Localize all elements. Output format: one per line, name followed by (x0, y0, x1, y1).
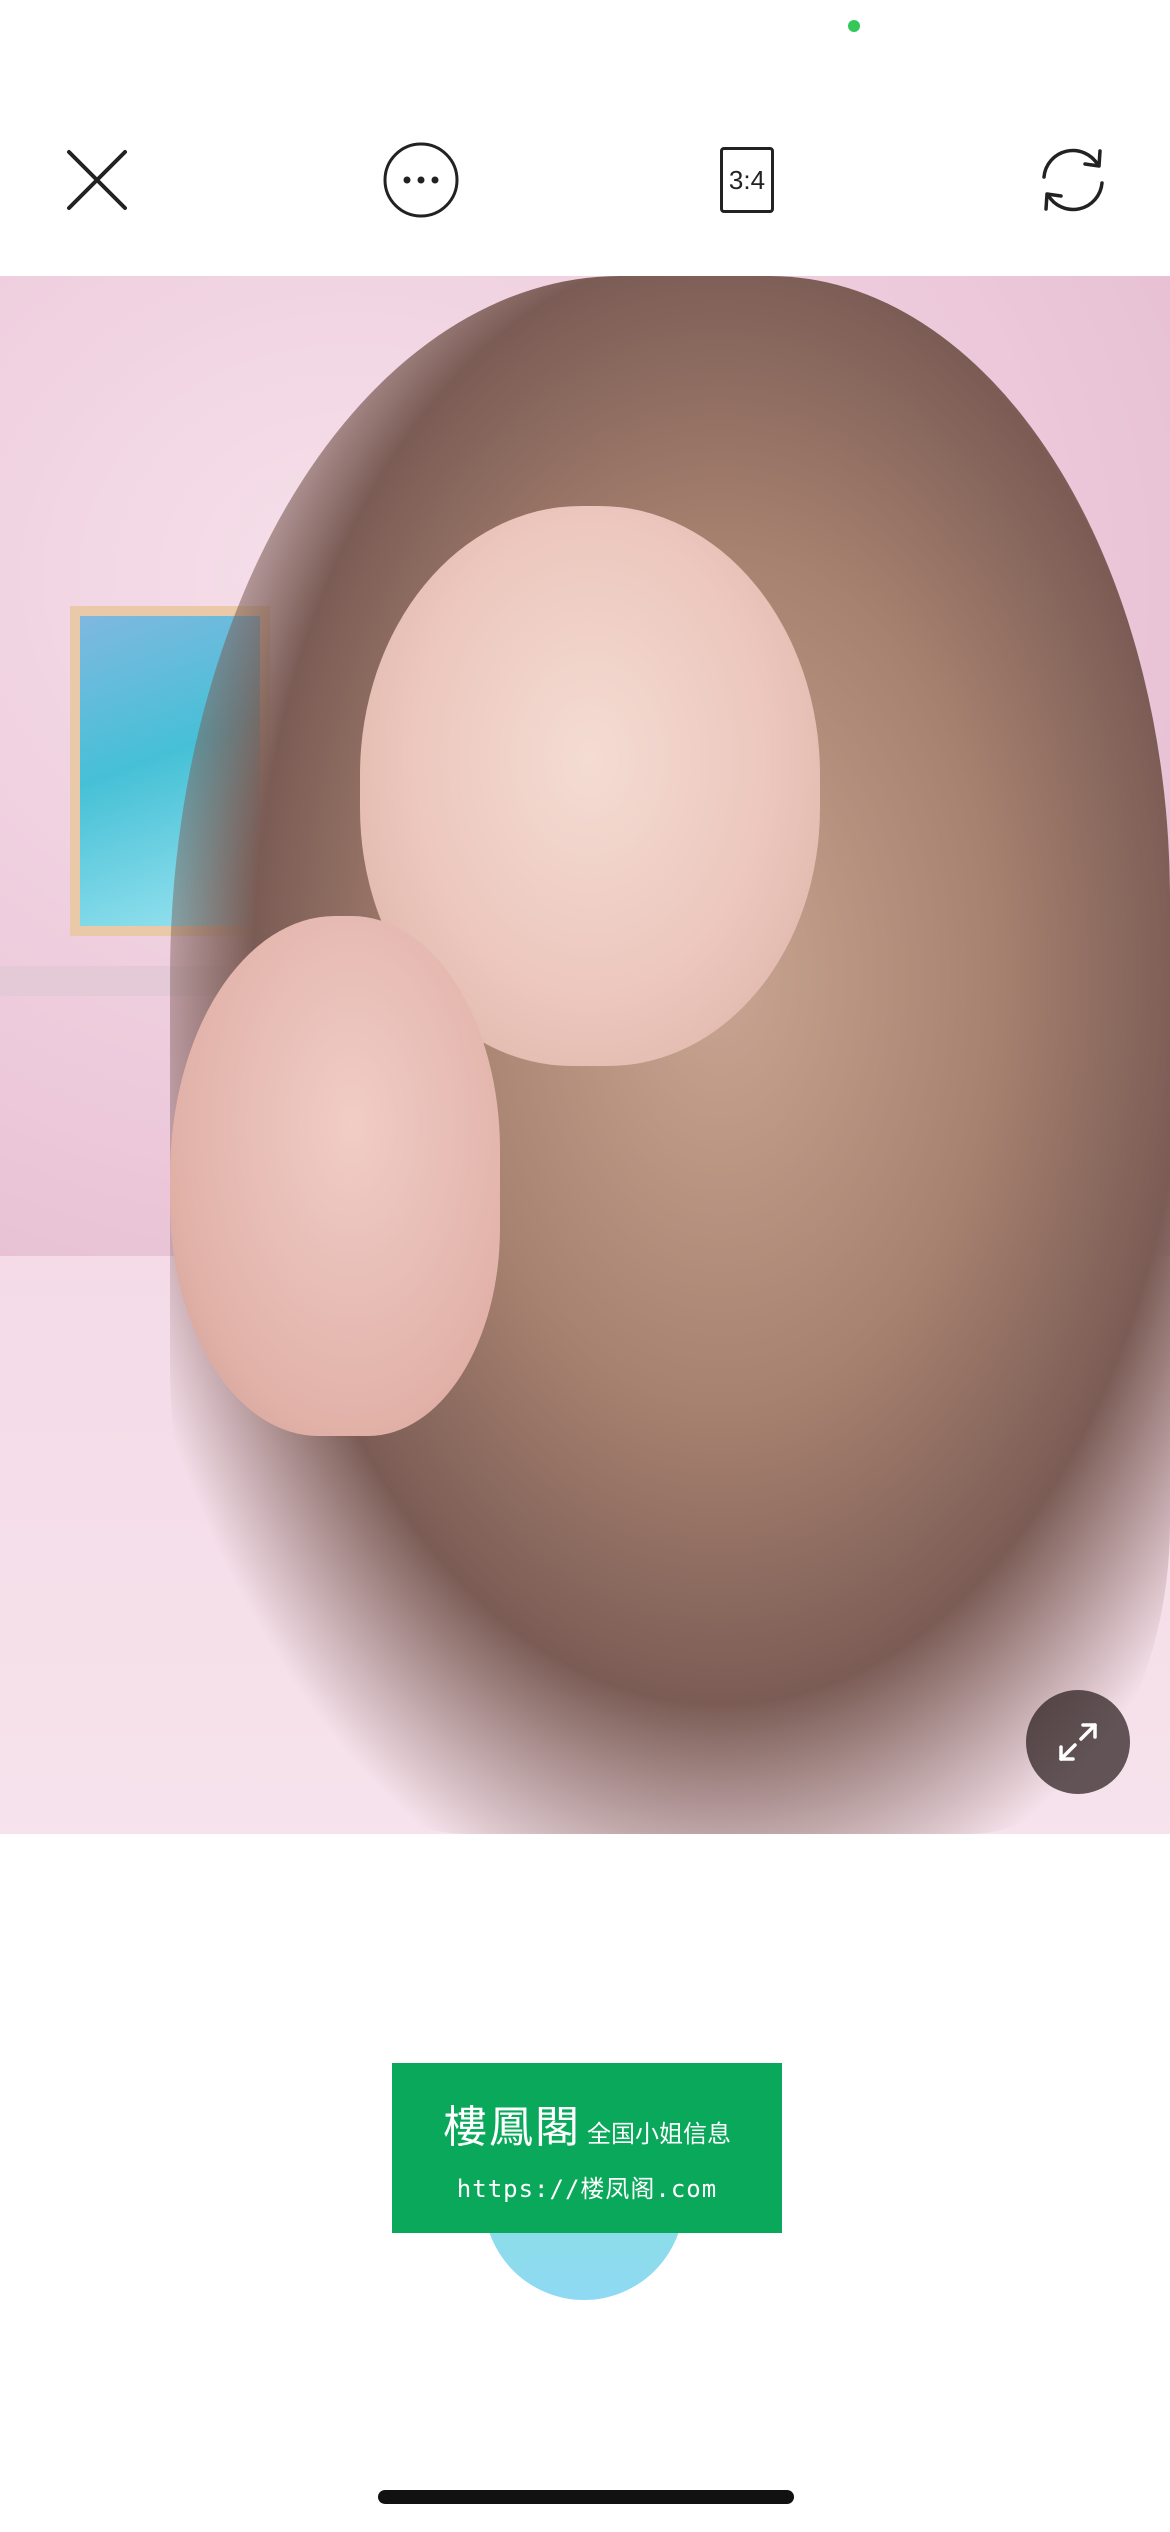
aspect-ratio-button[interactable]: 3:4 (707, 140, 787, 220)
status-indicator-dot (848, 20, 860, 32)
expand-icon (1059, 1723, 1097, 1761)
close-icon (67, 150, 127, 210)
watermark-url: https://楼凤阁.com (456, 2175, 718, 2203)
rotate-icon (1042, 148, 1104, 212)
more-options-icon (383, 142, 459, 218)
rotate-button[interactable] (1033, 140, 1113, 220)
close-button[interactable] (57, 140, 137, 220)
more-options-button[interactable] (381, 140, 461, 220)
editor-toolbar: 3:4 (0, 120, 1170, 240)
photo-preview[interactable] (0, 276, 1170, 1834)
watermark-title: 樓鳳閣 (443, 2102, 581, 2153)
watermark-banner: 樓鳳閣 全国小姐信息 https://楼凤阁.com (392, 2063, 782, 2233)
aspect-ratio-label: 3:4 (720, 147, 774, 213)
expand-button[interactable] (1026, 1690, 1130, 1794)
home-indicator[interactable] (378, 2490, 794, 2504)
photo-subject-hand (170, 916, 500, 1436)
image-editor-screen: 3:4 樓鳳閣 全国小姐信息 https://楼凤阁.com (0, 0, 1170, 2532)
watermark-subtitle: 全国小姐信息 (587, 2120, 731, 2148)
